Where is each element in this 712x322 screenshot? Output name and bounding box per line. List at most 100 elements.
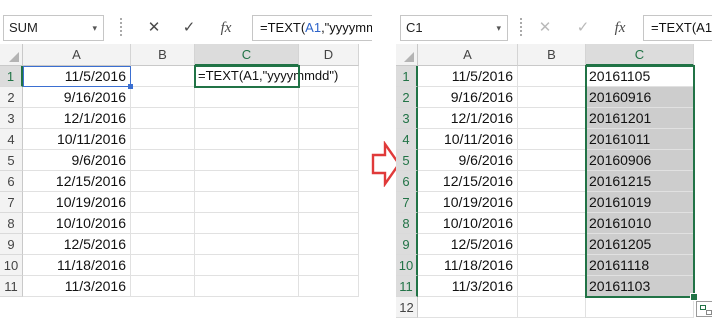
- cell-b8[interactable]: [131, 213, 195, 234]
- cell-a4[interactable]: 10/11/2016: [418, 129, 518, 150]
- cell-c3[interactable]: 20161201: [586, 108, 694, 129]
- resize-dots[interactable]: [520, 18, 522, 38]
- row-header-8[interactable]: 8: [396, 213, 418, 234]
- cell-b1[interactable]: [518, 66, 586, 87]
- cell-c6[interactable]: [195, 171, 299, 192]
- cell-d6[interactable]: [299, 171, 359, 192]
- cell-a7[interactable]: 10/19/2016: [418, 192, 518, 213]
- row-header-3[interactable]: 3: [396, 108, 418, 129]
- name-box[interactable]: C1 ▾: [400, 15, 508, 41]
- reference-handle[interactable]: [128, 84, 133, 89]
- resize-dots[interactable]: [120, 18, 122, 38]
- cell-b10[interactable]: [518, 255, 586, 276]
- cell-b4[interactable]: [518, 129, 586, 150]
- row-header-8[interactable]: 8: [0, 213, 23, 234]
- column-header-a[interactable]: A: [23, 44, 131, 66]
- row-header-4[interactable]: 4: [0, 129, 23, 150]
- cell-a5[interactable]: 9/6/2016: [418, 150, 518, 171]
- cell-c10[interactable]: [195, 255, 299, 276]
- column-header-a[interactable]: A: [418, 44, 518, 66]
- formula-input[interactable]: =TEXT(A1,: [643, 15, 712, 41]
- cell-c2[interactable]: [195, 87, 299, 108]
- cell-b3[interactable]: [518, 108, 586, 129]
- cell-a8[interactable]: 10/10/2016: [418, 213, 518, 234]
- row-header-11[interactable]: 11: [396, 276, 418, 297]
- cell-b11[interactable]: [518, 276, 586, 297]
- cell-c8[interactable]: 20161010: [586, 213, 694, 234]
- cell-c7[interactable]: [195, 192, 299, 213]
- column-header-c[interactable]: C: [586, 44, 694, 66]
- cell-d8[interactable]: [299, 213, 359, 234]
- cell-a6[interactable]: 12/15/2016: [418, 171, 518, 192]
- cancel-icon[interactable]: ✕: [530, 15, 560, 41]
- cell-a7[interactable]: 10/19/2016: [23, 192, 131, 213]
- cell-b11[interactable]: [131, 276, 195, 297]
- row-header-4[interactable]: 4: [396, 129, 418, 150]
- cell-b6[interactable]: [131, 171, 195, 192]
- cell-a11[interactable]: 11/3/2016: [23, 276, 131, 297]
- cell-b7[interactable]: [131, 192, 195, 213]
- enter-icon[interactable]: ✓: [174, 15, 204, 41]
- cell-a1[interactable]: 11/5/2016: [23, 66, 131, 87]
- quick-analysis-icon[interactable]: [696, 301, 712, 317]
- select-all-corner[interactable]: [396, 44, 418, 66]
- cell-d7[interactable]: [299, 192, 359, 213]
- cell-a2[interactable]: 9/16/2016: [418, 87, 518, 108]
- cell-c4[interactable]: [195, 129, 299, 150]
- row-header-2[interactable]: 2: [0, 87, 23, 108]
- cell-b7[interactable]: [518, 192, 586, 213]
- cell-b9[interactable]: [131, 234, 195, 255]
- cell-c11[interactable]: 20161103: [586, 276, 694, 297]
- cell-c5[interactable]: 20160906: [586, 150, 694, 171]
- enter-icon[interactable]: ✓: [568, 15, 598, 41]
- cell-c4[interactable]: 20161011: [586, 129, 694, 150]
- cancel-icon[interactable]: ✕: [139, 15, 169, 41]
- cell-b4[interactable]: [131, 129, 195, 150]
- cell-a12[interactable]: [418, 297, 518, 318]
- cell-c5[interactable]: [195, 150, 299, 171]
- fill-handle[interactable]: [690, 293, 698, 301]
- row-header-5[interactable]: 5: [396, 150, 418, 171]
- row-header-9[interactable]: 9: [0, 234, 23, 255]
- cell-c3[interactable]: [195, 108, 299, 129]
- cell-c12[interactable]: [586, 297, 694, 318]
- cell-a3[interactable]: 12/1/2016: [23, 108, 131, 129]
- cell-a2[interactable]: 9/16/2016: [23, 87, 131, 108]
- cell-d3[interactable]: [299, 108, 359, 129]
- row-header-6[interactable]: 6: [0, 171, 23, 192]
- row-header-10[interactable]: 10: [0, 255, 23, 276]
- column-header-b[interactable]: B: [518, 44, 586, 66]
- cell-d10[interactable]: [299, 255, 359, 276]
- cell-c8[interactable]: [195, 213, 299, 234]
- row-header-9[interactable]: 9: [396, 234, 418, 255]
- column-header-c[interactable]: C: [195, 44, 299, 66]
- cell-c1[interactable]: 20161105: [586, 66, 694, 87]
- row-header-7[interactable]: 7: [0, 192, 23, 213]
- cell-a10[interactable]: 11/18/2016: [23, 255, 131, 276]
- row-header-1[interactable]: 1: [0, 66, 23, 87]
- cell-a4[interactable]: 10/11/2016: [23, 129, 131, 150]
- cell-a11[interactable]: 11/3/2016: [418, 276, 518, 297]
- cell-a1[interactable]: 11/5/2016: [418, 66, 518, 87]
- cell-b2[interactable]: [518, 87, 586, 108]
- cell-b3[interactable]: [131, 108, 195, 129]
- insert-function-icon[interactable]: fx: [211, 15, 241, 41]
- cell-c9[interactable]: 20161205: [586, 234, 694, 255]
- formula-input[interactable]: =TEXT(A1,"yyyymm: [252, 15, 372, 41]
- row-header-11[interactable]: 11: [0, 276, 23, 297]
- row-header-7[interactable]: 7: [396, 192, 418, 213]
- row-header-3[interactable]: 3: [0, 108, 23, 129]
- cell-b12[interactable]: [518, 297, 586, 318]
- cell-b5[interactable]: [131, 150, 195, 171]
- cell-d5[interactable]: [299, 150, 359, 171]
- cell-b5[interactable]: [518, 150, 586, 171]
- column-header-d[interactable]: D: [299, 44, 359, 66]
- cell-d11[interactable]: [299, 276, 359, 297]
- cell-b9[interactable]: [518, 234, 586, 255]
- cell-b6[interactable]: [518, 171, 586, 192]
- cell-c7[interactable]: 20161019: [586, 192, 694, 213]
- cell-d2[interactable]: [299, 87, 359, 108]
- cell-c2[interactable]: 20160916: [586, 87, 694, 108]
- row-header-1[interactable]: 1: [396, 66, 418, 87]
- row-header-10[interactable]: 10: [396, 255, 418, 276]
